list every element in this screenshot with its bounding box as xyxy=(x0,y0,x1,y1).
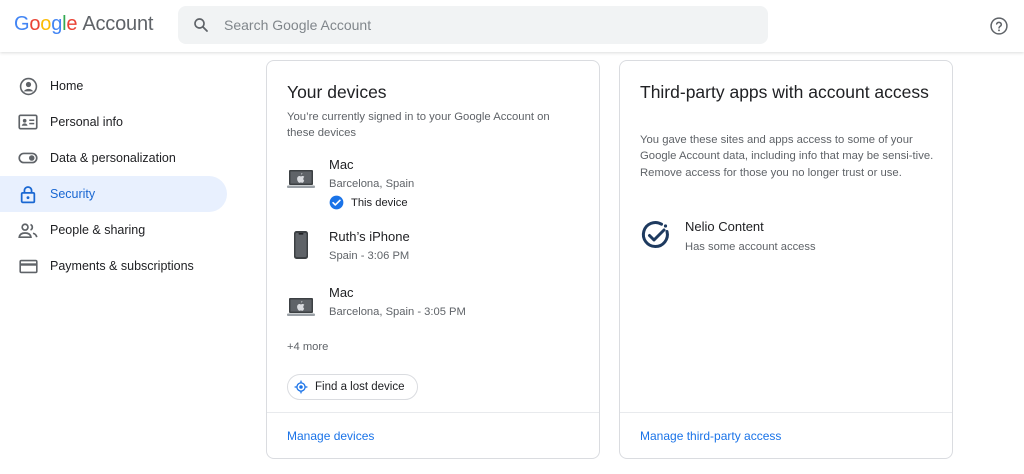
logo-letter: o xyxy=(40,13,52,35)
device-name: Mac xyxy=(329,285,354,300)
nelio-content-logo-icon xyxy=(641,221,669,248)
logo-letter: G xyxy=(14,13,30,35)
find-lost-device-label: Find a lost device xyxy=(315,381,405,393)
check-circle-icon xyxy=(329,195,344,210)
card-description: You’re currently signed in to your Googl… xyxy=(287,111,550,140)
people-icon xyxy=(18,220,38,240)
device-location: Spain - 3:06 PM xyxy=(329,250,410,262)
device-name: Ruth’s iPhone xyxy=(329,229,410,244)
card-title: Your devices xyxy=(287,82,387,102)
device-item[interactable]: Mac Barcelona, Spain - 3:05 PM xyxy=(287,285,587,325)
search-icon[interactable] xyxy=(192,16,210,34)
card-title: Third-party apps with account access xyxy=(640,82,929,102)
help-circle-icon[interactable] xyxy=(989,16,1009,36)
manage-devices-link[interactable]: Manage devices xyxy=(287,429,374,443)
toggle-icon xyxy=(18,148,38,168)
google-account-logo[interactable]: Google Account xyxy=(14,13,153,36)
find-lost-device-button[interactable]: Find a lost device xyxy=(287,374,418,400)
laptop-icon xyxy=(287,295,315,319)
account-circle-icon xyxy=(18,76,38,96)
sidebar-item-label: Home xyxy=(50,79,84,93)
this-device-label: This device xyxy=(351,196,408,209)
top-bar: Google Account xyxy=(0,0,1024,52)
manage-third-party-access-link[interactable]: Manage third-party access xyxy=(640,429,781,443)
logo-letter: g xyxy=(51,13,63,35)
device-location: Barcelona, Spain - 3:05 PM xyxy=(329,306,466,318)
sidebar-item-personal-info[interactable]: Personal info xyxy=(0,104,227,140)
card-footer: Manage devices xyxy=(267,412,599,458)
sidebar-nav: Home Personal info Data & personalizatio… xyxy=(0,68,232,284)
search-bar[interactable] xyxy=(178,6,768,44)
logo-suffix: Account xyxy=(82,13,154,35)
more-devices-link[interactable]: +4 more xyxy=(287,341,328,353)
card-description: You gave these sites and apps access to … xyxy=(640,134,934,179)
laptop-icon xyxy=(287,167,315,191)
sidebar-item-label: Personal info xyxy=(50,115,123,129)
logo-letter: e xyxy=(66,13,78,35)
sidebar-item-label: Payments & subscriptions xyxy=(50,259,194,273)
locate-icon xyxy=(294,380,308,394)
app-item[interactable]: Nelio Content Has some account access xyxy=(640,219,940,259)
sidebar-item-label: People & sharing xyxy=(50,223,146,237)
app-access-level: Has some account access xyxy=(685,241,816,253)
logo-letter: o xyxy=(29,13,41,35)
sidebar-item-people-sharing[interactable]: People & sharing xyxy=(0,212,227,248)
search-input[interactable] xyxy=(224,17,744,33)
sidebar-item-home[interactable]: Home xyxy=(0,68,227,104)
device-item[interactable]: Mac Barcelona, Spain This device xyxy=(287,157,587,210)
sidebar-item-security[interactable]: Security xyxy=(0,176,227,212)
sidebar-item-label: Security xyxy=(50,187,96,201)
sidebar-item-label: Data & personalization xyxy=(50,151,176,165)
device-name: Mac xyxy=(329,157,354,172)
this-device-badge: This device xyxy=(329,195,408,210)
phone-icon xyxy=(287,231,315,259)
device-location: Barcelona, Spain xyxy=(329,178,415,190)
card-footer: Manage third-party access xyxy=(620,412,952,458)
lock-icon xyxy=(18,184,38,204)
third-party-apps-card: Third-party apps with account access You… xyxy=(619,60,953,459)
id-card-icon xyxy=(18,112,38,132)
devices-card: Your devices You’re currently signed in … xyxy=(266,60,600,459)
credit-card-icon xyxy=(18,256,38,276)
sidebar-item-data-personalization[interactable]: Data & personalization xyxy=(0,140,227,176)
sidebar-item-payments-subscriptions[interactable]: Payments & subscriptions xyxy=(0,248,227,284)
app-name: Nelio Content xyxy=(685,219,764,234)
device-item[interactable]: Ruth’s iPhone Spain - 3:06 PM xyxy=(287,229,587,269)
